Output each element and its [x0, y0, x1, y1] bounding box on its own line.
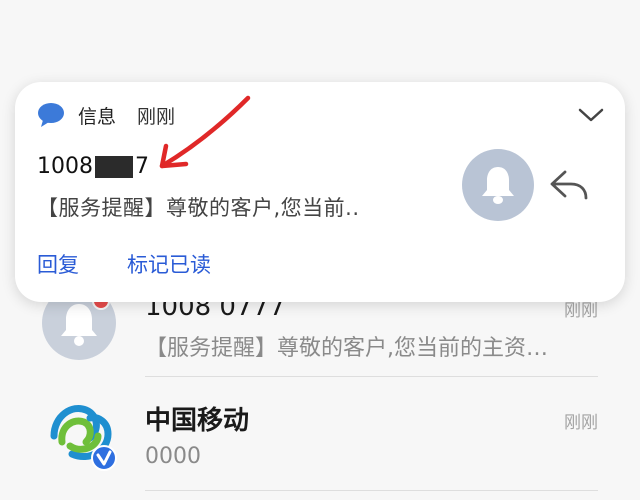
notification-body: 【服务提醒】尊敬的客户,您当前..	[37, 196, 360, 220]
chevron-down-icon[interactable]	[576, 104, 606, 126]
redaction-mask	[95, 155, 133, 178]
reply-arrow-icon[interactable]	[549, 168, 589, 202]
sender-number-suffix: 7	[135, 154, 149, 179]
row-divider	[145, 490, 598, 491]
conversation-row[interactable]: 中国移动 刚刚 0000	[0, 378, 640, 488]
mark-read-button[interactable]: 标记已读	[127, 249, 211, 279]
notification-time: 刚刚	[137, 106, 176, 128]
notification-banner[interactable]: 信息 刚刚 1008 7 【服务提醒】尊敬的客户,您当前.. 回复 标记已读	[15, 82, 625, 302]
reply-button[interactable]: 回复	[37, 249, 79, 279]
conversation-preview: 0000	[145, 444, 201, 469]
notification-app-name: 信息	[78, 106, 117, 128]
conversation-title: 中国移动	[145, 406, 250, 436]
conversation-preview: 【服务提醒】尊敬的客户,您当前的主资…	[145, 336, 548, 361]
row-divider	[145, 376, 598, 377]
bell-icon	[462, 149, 534, 221]
message-bubble-icon	[37, 102, 65, 127]
sender-number-prefix: 1008	[37, 154, 93, 179]
china-mobile-logo-icon	[42, 396, 117, 471]
conversation-time: 刚刚	[564, 413, 598, 433]
notification-sender: 1008 7	[37, 154, 149, 179]
